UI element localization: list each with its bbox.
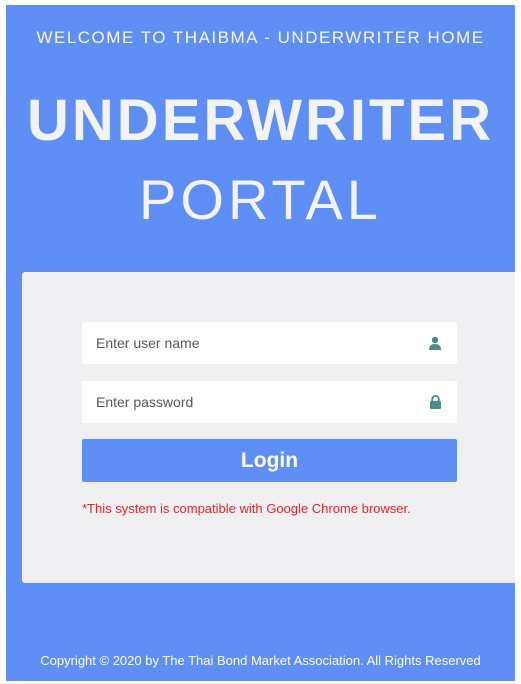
page-subtitle: PORTAL: [139, 168, 382, 231]
login-card: Login *This system is compatible with Go…: [22, 272, 515, 583]
browser-compatibility-notice: *This system is compatible with Google C…: [82, 501, 411, 516]
lock-icon: [427, 394, 443, 410]
username-input[interactable]: [96, 335, 427, 351]
login-button[interactable]: Login: [82, 439, 457, 482]
portal-background: WELCOME TO THAIBMA - UNDERWRITER HOME UN…: [6, 5, 515, 681]
welcome-text: WELCOME TO THAIBMA - UNDERWRITER HOME: [36, 28, 485, 47]
user-icon: [427, 335, 443, 351]
page-title: UNDERWRITER: [27, 88, 494, 153]
username-field[interactable]: [82, 322, 457, 364]
password-field[interactable]: [82, 381, 457, 423]
copyright-footer: Copyright © 2020 by The Thai Bond Market…: [40, 653, 481, 668]
password-input[interactable]: [96, 394, 427, 410]
